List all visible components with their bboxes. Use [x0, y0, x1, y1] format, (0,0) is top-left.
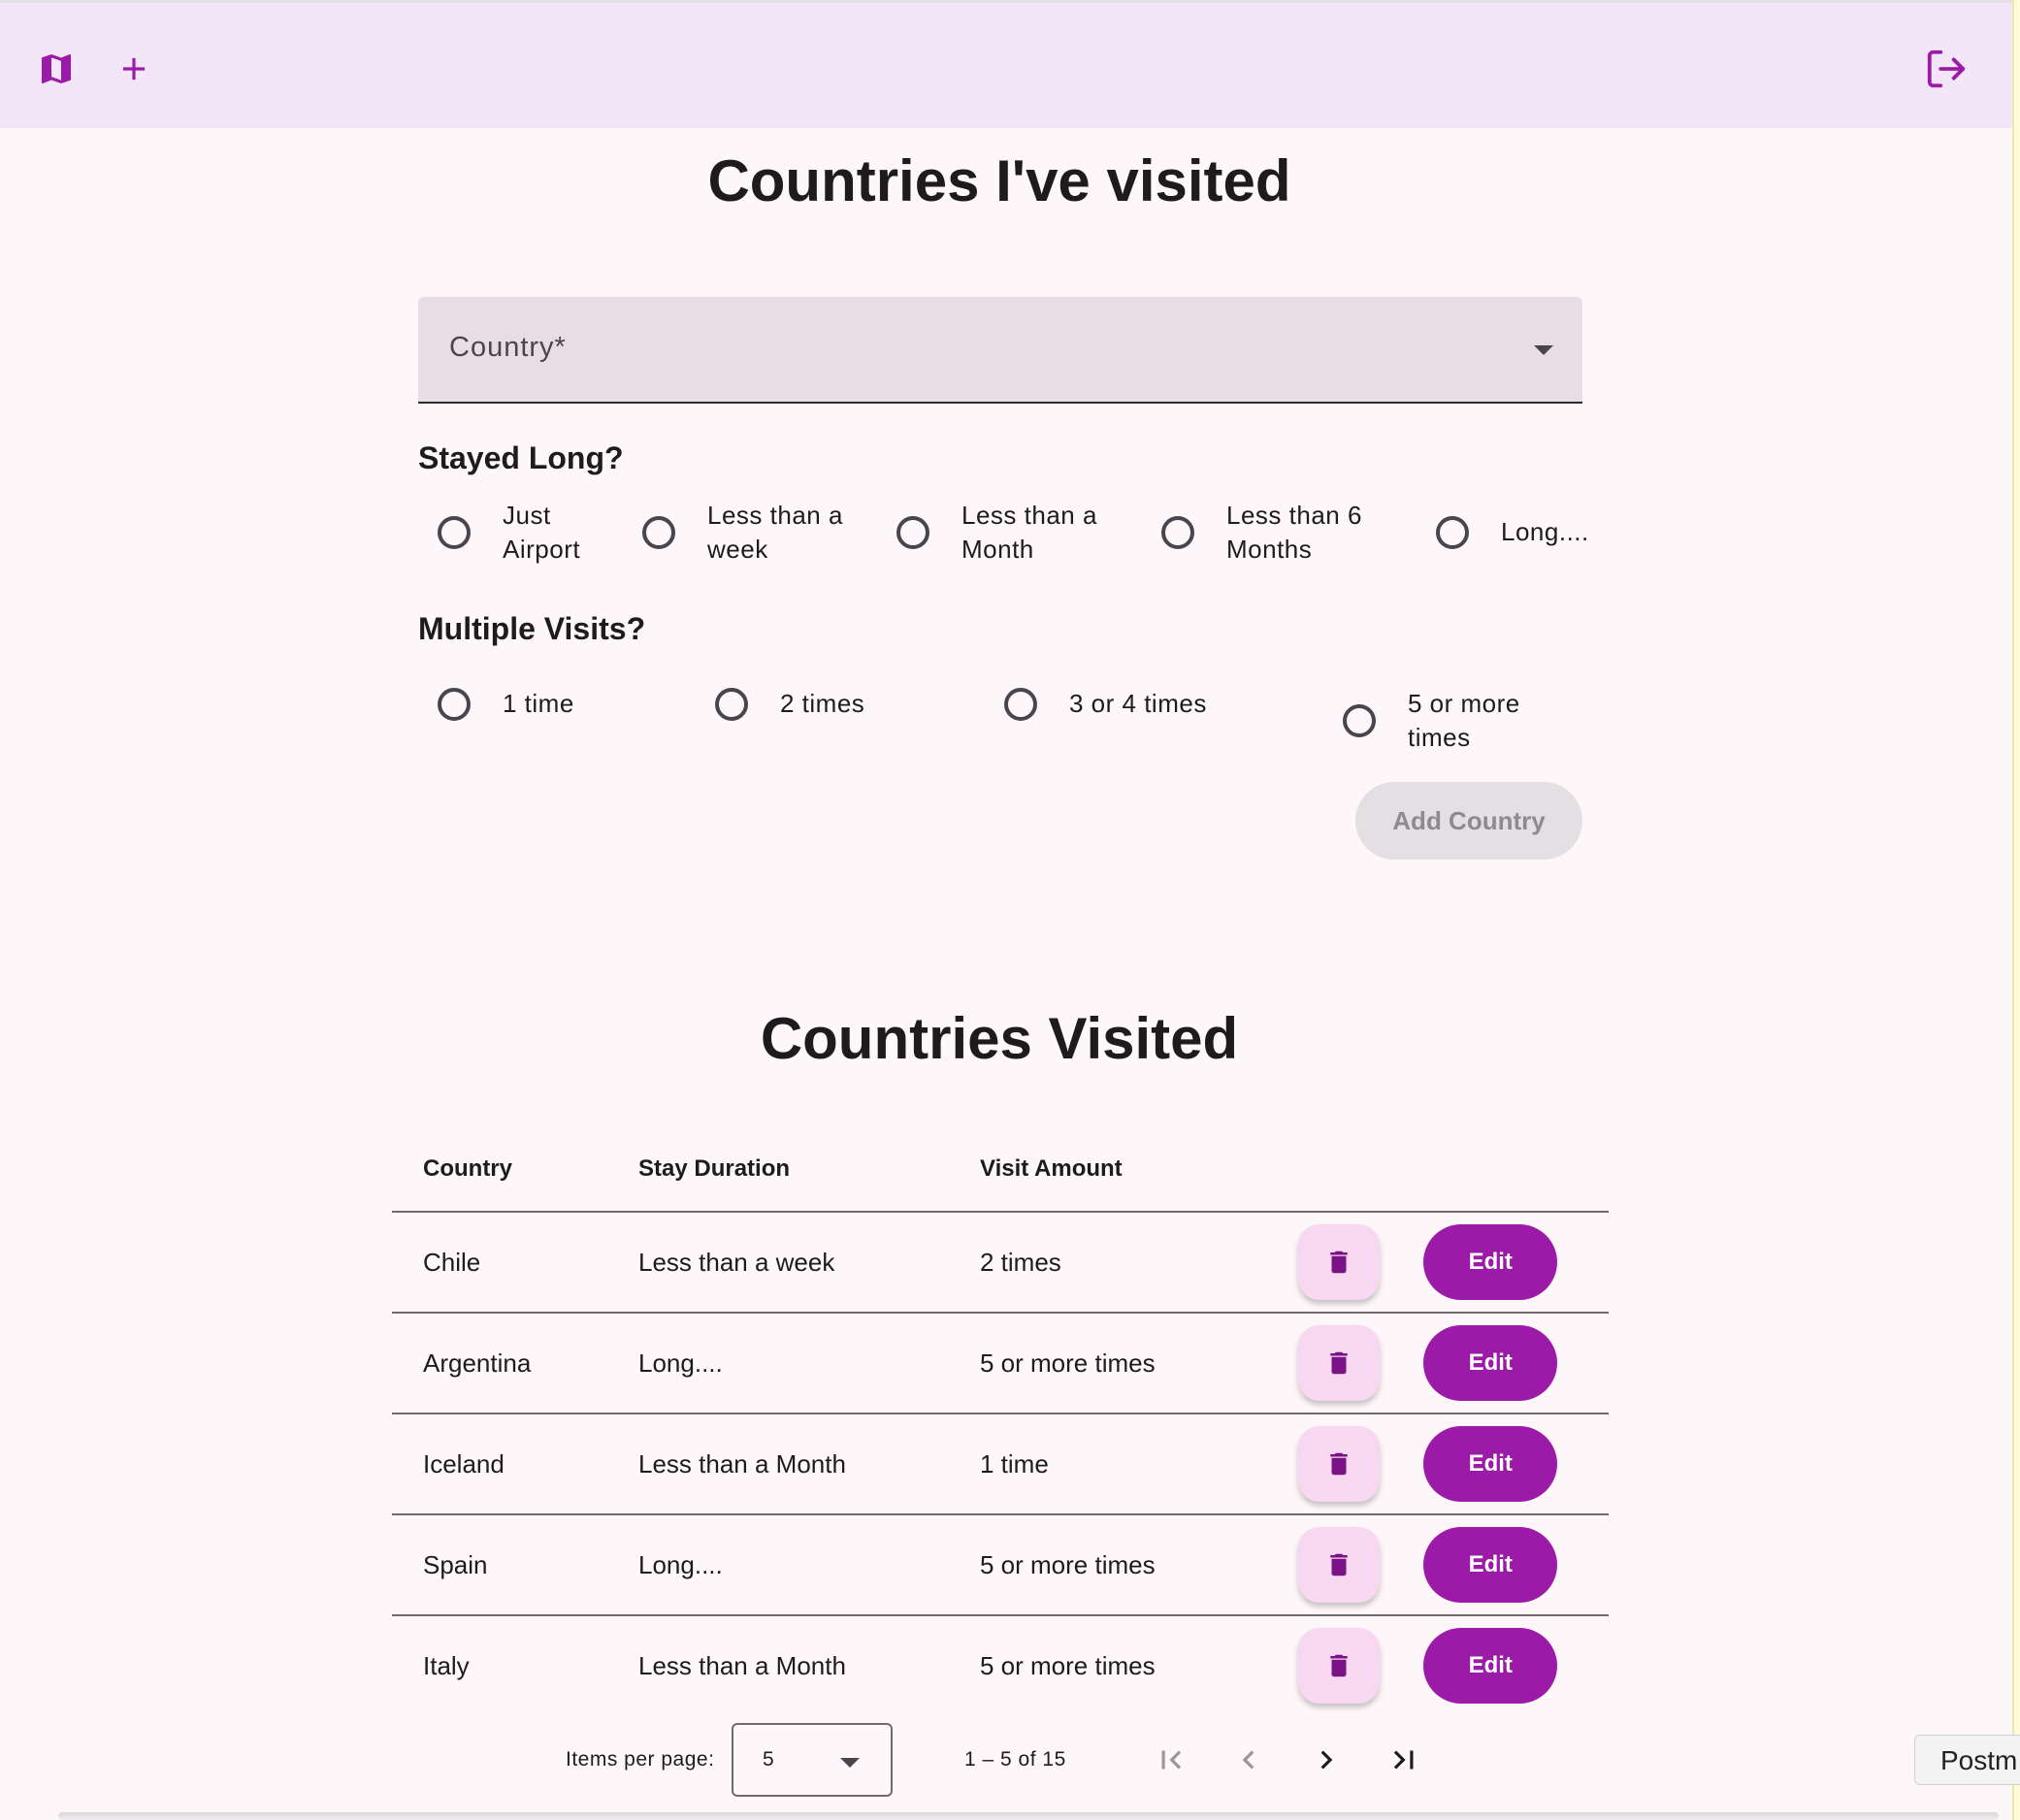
radio-visits-2[interactable]: 2 times [696, 687, 864, 721]
cell-stay: Less than a week [638, 1212, 980, 1314]
radio-stay-just-airport[interactable]: Just Airport [418, 499, 580, 567]
delete-button[interactable] [1298, 1527, 1380, 1603]
radio-circle[interactable] [438, 687, 471, 721]
cell-visits: 5 or more times [980, 1650, 1156, 1680]
cell-actions: Edit [1288, 1212, 1609, 1314]
radio-label: 3 or 4 times [1069, 689, 1207, 718]
items-per-page-label: Items per page: [566, 1748, 715, 1771]
delete-button[interactable] [1298, 1628, 1380, 1704]
cell-stay: Long.... [638, 1514, 980, 1616]
countries-table: Country Stay Duration Visit Amount Chile… [392, 1116, 1609, 1715]
edit-button[interactable]: Edit [1423, 1224, 1558, 1300]
edit-button[interactable]: Edit [1423, 1628, 1558, 1704]
header-actions [1288, 1116, 1609, 1213]
table-row: Italy Less than a Month 5 or more times … [392, 1615, 1609, 1715]
cell-visits: 1 time [980, 1414, 1288, 1515]
radio-label: 2 times [780, 689, 865, 718]
radio-stay-less-month[interactable]: Less than a Month [877, 499, 1097, 567]
table-row: Iceland Less than a Month 1 time Edit [392, 1414, 1609, 1515]
delete-button[interactable] [1298, 1325, 1380, 1401]
cell-stay: Long.... [638, 1313, 980, 1414]
first-page-icon[interactable] [1148, 1737, 1194, 1783]
radio-label: 1 time [503, 689, 574, 718]
edit-button[interactable]: Edit [1423, 1527, 1558, 1603]
radio-stay-less-week[interactable]: Less than a week [623, 499, 843, 567]
add-icon[interactable] [107, 42, 161, 96]
page-size-select[interactable]: 5 [732, 1723, 893, 1797]
cell-stay: Less than a Month [638, 1650, 846, 1680]
table-header-row: Country Stay Duration Visit Amount [392, 1116, 1609, 1213]
bottom-shadow [58, 1812, 1999, 1820]
trash-icon [1330, 1452, 1348, 1476]
edit-button[interactable]: Edit [1423, 1325, 1558, 1401]
cell-visits: 2 times [980, 1212, 1288, 1314]
last-page-icon[interactable] [1381, 1737, 1427, 1783]
page-range-label: 1 – 5 of 15 [964, 1748, 1066, 1771]
radio-label: Less than 6 Months [1226, 501, 1362, 564]
radio-label: Long.... [1501, 517, 1589, 546]
cell-visits: 5 or more times [980, 1313, 1288, 1414]
cell-actions: Edit [1288, 1313, 1609, 1414]
cell-visits: 5 or more times [980, 1514, 1288, 1616]
delete-button[interactable] [1298, 1224, 1380, 1300]
cell-country: Italy [423, 1650, 470, 1680]
chevron-down-icon [840, 1758, 860, 1768]
radio-label: 5 or more times [1408, 689, 1520, 752]
radio-circle[interactable] [1161, 516, 1194, 549]
trash-icon [1330, 1654, 1348, 1677]
logout-icon[interactable] [1919, 42, 1973, 96]
cell-stay: Less than a Month [638, 1414, 980, 1515]
map-icon[interactable] [29, 42, 83, 96]
cell-actions: Edit [1288, 1514, 1609, 1616]
table-row: Spain Long.... 5 or more times Edit [392, 1514, 1609, 1616]
cell-actions: Edit [1288, 1414, 1609, 1515]
radio-circle[interactable] [715, 687, 748, 721]
radio-visits-3-4[interactable]: 3 or 4 times [985, 687, 1207, 721]
cell-actions: Edit [1288, 1615, 1609, 1715]
country-select-placeholder: Country* [449, 332, 567, 363]
radio-stay-long[interactable]: Long.... [1417, 515, 1589, 549]
table-title: Countries Visited [760, 1006, 1239, 1071]
radio-label: Less than a Month [961, 501, 1097, 564]
radio-visits-5-plus[interactable]: 5 or more times [1323, 687, 1582, 755]
page-title: Countries I've visited [707, 148, 1291, 213]
app-toolbar [0, 0, 2014, 128]
delete-button[interactable] [1298, 1426, 1380, 1502]
country-select[interactable]: Country* [418, 297, 1582, 404]
radio-circle[interactable] [1343, 704, 1376, 737]
radio-circle[interactable] [896, 516, 929, 549]
table-row: Argentina Long.... 5 or more times Edit [392, 1313, 1609, 1414]
page-size-value: 5 [763, 1748, 774, 1771]
table-row: Chile Less than a week 2 times Edit [392, 1212, 1609, 1314]
radio-circle[interactable] [1004, 687, 1037, 721]
trash-icon [1330, 1251, 1348, 1274]
radio-visits-1[interactable]: 1 time [418, 687, 574, 721]
previous-page-icon[interactable] [1225, 1737, 1272, 1783]
radio-stay-less-6-months[interactable]: Less than 6 Months [1142, 499, 1362, 567]
tooltip: Postm [1914, 1735, 2020, 1785]
radio-label: Less than a week [707, 501, 843, 564]
multiple-visits-label: Multiple Visits? [418, 611, 646, 646]
stayed-long-label: Stayed Long? [418, 440, 624, 475]
radio-circle[interactable] [642, 516, 675, 549]
window-edge [2012, 0, 2020, 1820]
cell-country: Chile [392, 1212, 638, 1314]
radio-circle[interactable] [1436, 515, 1469, 549]
next-page-icon[interactable] [1303, 1737, 1350, 1783]
paginator: Items per page: 5 1 – 5 of 15 [0, 1721, 1999, 1799]
chevron-down-icon [1534, 345, 1553, 355]
add-country-button[interactable]: Add Country [1355, 782, 1582, 860]
radio-circle[interactable] [438, 516, 471, 549]
trash-icon [1330, 1553, 1348, 1576]
header-country: Country [392, 1116, 638, 1213]
edit-button[interactable]: Edit [1423, 1426, 1558, 1502]
trash-icon [1330, 1351, 1348, 1375]
cell-country: Argentina [392, 1313, 638, 1414]
header-visit-amount: Visit Amount [980, 1116, 1288, 1213]
radio-label: Just Airport [503, 501, 581, 564]
cell-country: Spain [392, 1514, 638, 1616]
cell-country: Iceland [392, 1414, 638, 1515]
header-stay-duration: Stay Duration [638, 1116, 980, 1213]
